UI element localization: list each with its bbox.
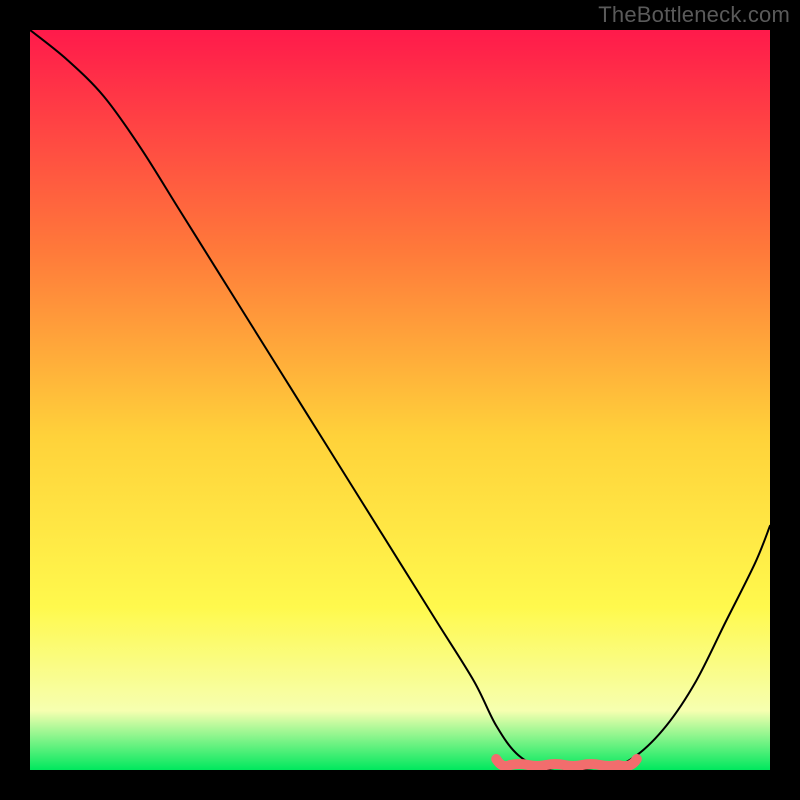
watermark-text: TheBottleneck.com <box>598 2 790 28</box>
gradient-background <box>30 30 770 770</box>
chart-svg <box>30 30 770 770</box>
chart-frame: TheBottleneck.com <box>0 0 800 800</box>
chart-plot-area <box>30 30 770 770</box>
